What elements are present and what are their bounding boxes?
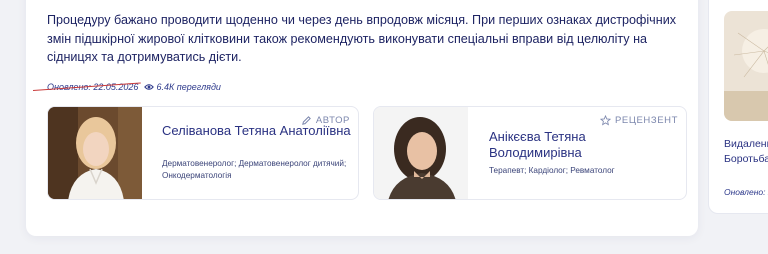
star-icon [599,115,611,126]
reviewer-name[interactable]: Анікєєва Тетяна Володимирівна [489,129,679,161]
related-title-line1: Видалення [724,138,768,150]
related-article-image [724,11,768,121]
article-paragraph: Процедуру бажано проводити щоденно чи че… [47,13,677,64]
reviewer-role-label: РЕЦЕНЗЕНТ [614,115,678,126]
eye-icon [144,84,155,90]
reviewer-photo [374,107,468,199]
related-article-meta: Оновлено: 2 [724,187,768,197]
reviewer-role: РЕЦЕНЗЕНТ [599,115,678,126]
author-photo [48,107,142,199]
views-count: 6.4К перегляди [144,82,221,92]
related-title-line2: Боротьба [724,153,768,165]
related-article-card[interactable]: Видалення Боротьба Оновлено: 2 [708,0,768,214]
reviewer-specialties: Терапевт; Кардіолог; Ревматолог [489,166,615,175]
reviewer-card[interactable]: РЕЦЕНЗЕНТ Анікєєва Тетяна Володимирівна … [373,106,687,200]
related-article-title[interactable]: Видалення Боротьба [724,137,768,167]
views-label: 6.4К перегляди [156,82,221,92]
author-specialties: Дерматовенеролог; Дерматовенеролог дитяч… [162,159,347,180]
author-card[interactable]: АВТОР Селіванова Тетяна Анатоліївна Дерм… [47,106,359,200]
author-name[interactable]: Селіванова Тетяна Анатоліївна [162,123,352,139]
